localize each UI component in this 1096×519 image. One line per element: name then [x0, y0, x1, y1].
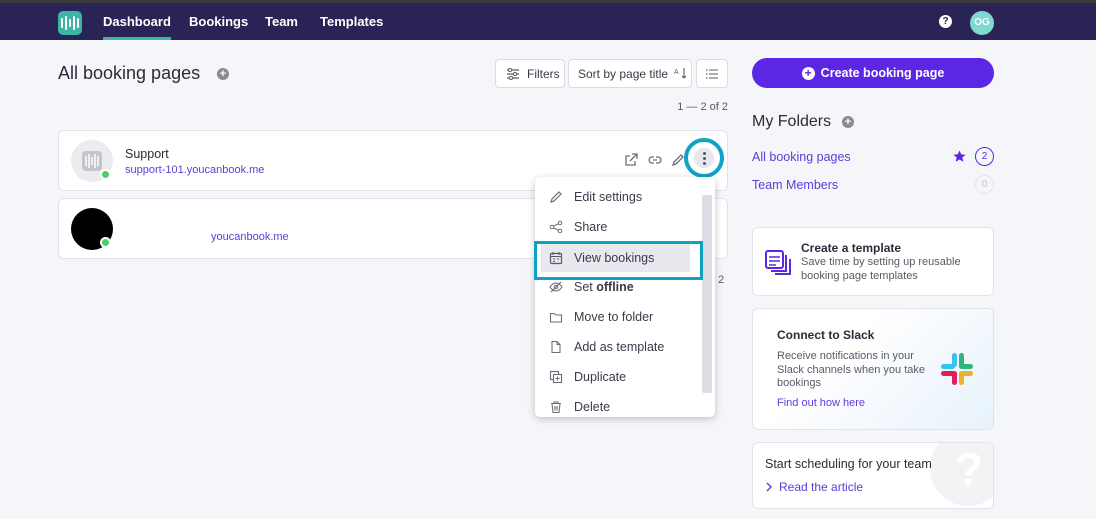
list-view-button[interactable]	[696, 59, 728, 88]
filters-button[interactable]: Filters	[495, 59, 565, 88]
template-card-title: Create a template	[801, 241, 902, 255]
more-options-button[interactable]	[684, 138, 724, 178]
menu-item-label: Set offline	[574, 280, 634, 294]
create-template-card[interactable]: Create a template Save time by setting u…	[752, 227, 994, 296]
connect-slack-card: Connect to Slack Receive notifications i…	[752, 308, 994, 430]
folder-count-badge: 0	[975, 175, 994, 194]
help-icon[interactable]: ?	[939, 15, 952, 28]
external-link-icon[interactable]	[624, 153, 638, 167]
edit-pencil-icon[interactable]	[671, 153, 685, 167]
menu-item-label: Edit settings	[574, 190, 643, 204]
slack-card-text: Receive notifications in your Slack chan…	[777, 350, 925, 389]
folder-count-badge: 2	[975, 147, 994, 166]
star-icon[interactable]	[953, 150, 966, 163]
online-status-dot	[100, 169, 111, 180]
folder-icon	[549, 312, 563, 323]
eye-off-icon	[549, 281, 563, 293]
menu-item-label: Share	[574, 220, 608, 234]
filter-sliders-icon	[507, 67, 519, 80]
online-status-dot	[100, 237, 111, 248]
list-icon	[706, 68, 718, 79]
templates-icon	[765, 250, 791, 275]
pagination-text: 1 — 2 of 2	[677, 101, 728, 113]
menu-item-move-to-folder[interactable]: Move to folder	[535, 302, 700, 332]
duplicate-icon	[549, 370, 563, 384]
add-folder-plus-icon[interactable]: +	[842, 116, 854, 128]
folder-team-members[interactable]: Team Members	[752, 178, 838, 192]
booking-page-url[interactable]: support-101.youcanbook.me	[125, 164, 264, 176]
menu-item-label: Add as template	[574, 340, 665, 354]
plus-icon: +	[801, 66, 815, 80]
sort-az-icon: A	[674, 68, 687, 79]
folder-all-booking-pages[interactable]: All booking pages	[752, 150, 851, 164]
trash-icon	[551, 401, 561, 414]
add-page-plus-icon[interactable]: +	[217, 68, 229, 80]
svg-text:A: A	[674, 69, 679, 76]
app-logo-icon[interactable]	[58, 11, 82, 35]
share-icon	[549, 220, 563, 234]
menu-item-edit-settings[interactable]: Edit settings	[535, 182, 700, 212]
slack-find-out-link[interactable]: Find out how here	[777, 397, 865, 409]
pencil-icon	[550, 191, 562, 203]
create-button-label: Create booking page	[820, 66, 945, 80]
file-icon	[551, 340, 561, 354]
article-card-title: Start scheduling for your team	[765, 457, 932, 471]
booking-page-name: Support	[125, 147, 169, 161]
kebab-menu-icon	[694, 148, 714, 168]
user-avatar[interactable]: OG	[970, 11, 994, 35]
top-navigation-bar: Dashboard Bookings Team Templates ? OG	[0, 0, 1096, 40]
menu-item-label: Move to folder	[574, 310, 654, 324]
menu-scrollbar[interactable]	[702, 195, 712, 393]
copy-link-icon[interactable]	[648, 153, 662, 167]
menu-item-label: Duplicate	[574, 370, 627, 384]
read-article-link[interactable]: Read the article	[779, 480, 863, 494]
folders-title: My Folders	[752, 113, 832, 130]
menu-item-duplicate[interactable]: Duplicate	[535, 362, 700, 392]
nav-bookings[interactable]: Bookings	[189, 3, 248, 40]
menu-item-share[interactable]: Share	[535, 212, 700, 242]
scheduling-article-card: ? Start scheduling for your team Read th…	[752, 442, 994, 509]
menu-item-add-as-template[interactable]: Add as template	[535, 332, 700, 362]
offline-text: offline	[596, 280, 634, 294]
template-card-text: Save time by setting up reusable booking…	[801, 256, 961, 282]
page-options-menu: Edit settings Share View bookings Set of…	[535, 177, 715, 417]
nav-templates[interactable]: Templates	[320, 3, 383, 40]
menu-item-label: Delete	[574, 400, 611, 414]
set-text: Set	[574, 280, 597, 294]
create-booking-page-button[interactable]: + Create booking page	[752, 58, 994, 88]
question-watermark-icon: ?	[930, 443, 993, 506]
slack-card-title: Connect to Slack	[777, 328, 875, 342]
nav-dashboard[interactable]: Dashboard	[103, 3, 171, 40]
slack-logo-icon	[941, 353, 973, 385]
sort-button[interactable]: Sort by page title A	[568, 59, 692, 88]
menu-item-delete[interactable]: Delete	[535, 392, 700, 417]
booking-page-url[interactable]: youcanbook.me	[211, 231, 289, 243]
nav-team[interactable]: Team	[265, 3, 298, 40]
sort-label: Sort by page title	[578, 66, 669, 81]
filters-label: Filters	[527, 66, 560, 81]
page-title: All booking pages	[58, 63, 201, 83]
svg-text:?: ?	[955, 443, 983, 495]
chevron-right-icon	[766, 482, 772, 492]
view-bookings-highlight-box	[534, 241, 703, 280]
